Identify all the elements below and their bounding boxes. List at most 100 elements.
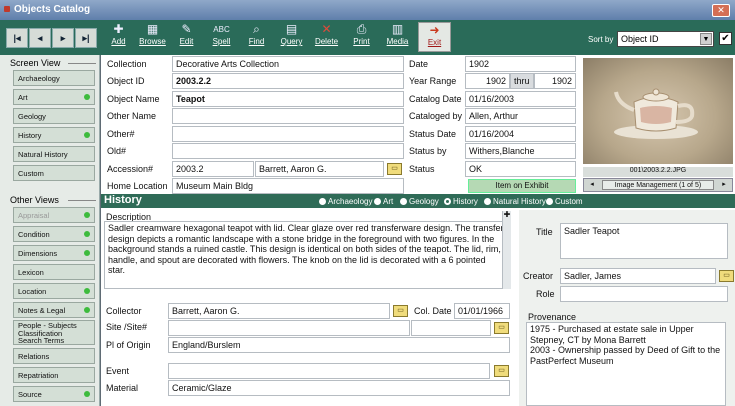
- add-button[interactable]: ✚ Add: [102, 22, 135, 52]
- status-dot-icon: [84, 231, 90, 237]
- sidebar-item-notes-legal[interactable]: Notes & Legal: [13, 302, 95, 318]
- place-of-origin-field[interactable]: England/Burslem: [168, 337, 510, 353]
- old-number-field[interactable]: [172, 143, 404, 159]
- site-field[interactable]: [168, 320, 410, 336]
- sidebar-item-lexicon[interactable]: Lexicon: [13, 264, 95, 280]
- description-scrollbar[interactable]: [502, 211, 511, 289]
- sidebar-item-history[interactable]: History: [13, 127, 95, 143]
- status-dot-icon: [84, 391, 90, 397]
- year-to-field[interactable]: 1902: [534, 73, 576, 89]
- home-location-field[interactable]: Museum Main Bldg: [172, 178, 404, 194]
- item-on-exhibit-button[interactable]: Item on Exhibit: [468, 179, 576, 193]
- last-record-button[interactable]: ▸|: [75, 28, 97, 48]
- close-icon[interactable]: ✕: [712, 4, 730, 17]
- accession-label: Accession#: [107, 164, 154, 174]
- status-field[interactable]: OK: [465, 161, 576, 177]
- spell-button[interactable]: ABC Spell: [205, 22, 238, 52]
- accession-donor-field[interactable]: Barrett, Aaron G.: [255, 161, 384, 177]
- sort-by-select[interactable]: Object ID ▼: [617, 31, 714, 47]
- sidebar-item-geology[interactable]: Geology: [13, 108, 95, 124]
- year-from-field[interactable]: 1902: [465, 73, 510, 89]
- material-label: Material: [106, 383, 139, 393]
- browse-button[interactable]: ▦ Browse: [136, 22, 169, 52]
- folder-lookup-icon[interactable]: ▭: [387, 163, 402, 175]
- chevron-down-icon[interactable]: ▼: [700, 33, 712, 45]
- status-by-field[interactable]: Withers,Blanche: [465, 143, 576, 159]
- provenance-field[interactable]: 1975 - Purchased at estate sale in Upper…: [526, 322, 726, 406]
- sidebar-item-people-subjects[interactable]: People - Subjects Classification Search Te…: [13, 320, 95, 345]
- status-date-label: Status Date: [409, 129, 457, 139]
- object-id-field[interactable]: 2003.2.2: [172, 73, 404, 89]
- folder-lookup-icon[interactable]: ▭: [719, 270, 734, 282]
- next-image-icon[interactable]: ▸: [718, 180, 730, 190]
- radio-archaeology[interactable]: Archaeology: [319, 197, 372, 206]
- media-button[interactable]: ▥ Media: [381, 22, 414, 52]
- object-name-field[interactable]: Teapot: [172, 91, 404, 107]
- first-record-button[interactable]: |◂: [6, 28, 28, 48]
- radio-custom[interactable]: Custom: [546, 197, 583, 206]
- site-label: Site /Site#: [106, 322, 148, 332]
- collector-label: Collector: [106, 306, 142, 316]
- date-field[interactable]: 1902: [465, 56, 576, 72]
- delete-button[interactable]: ✕ Delete: [310, 22, 343, 52]
- radio-natural-history[interactable]: Natural History: [484, 197, 546, 206]
- collection-date-field[interactable]: 01/01/1966: [454, 303, 510, 319]
- sidebar-item-custom[interactable]: Custom: [13, 165, 95, 181]
- sort-by-label: Sort by: [588, 35, 614, 44]
- next-record-button[interactable]: ▸: [52, 28, 74, 48]
- sidebar-item-dimensions[interactable]: Dimensions: [13, 245, 95, 261]
- other-views-header: Other Views: [10, 195, 96, 205]
- sidebar-item-source[interactable]: Source: [13, 386, 95, 402]
- folder-lookup-icon[interactable]: ▭: [494, 322, 509, 334]
- year-range-label: Year Range: [409, 76, 457, 86]
- history-header: History: [104, 194, 142, 206]
- query-button[interactable]: ▤ Query: [275, 22, 308, 52]
- sidebar-item-location[interactable]: Location: [13, 283, 95, 299]
- cataloged-by-field[interactable]: Allen, Arthur: [465, 108, 576, 124]
- status-dot-icon: [84, 307, 90, 313]
- creator-field[interactable]: Sadler, James: [560, 268, 716, 284]
- material-field[interactable]: Ceramic/Glaze: [168, 380, 510, 396]
- collector-field[interactable]: Barrett, Aaron G.: [168, 303, 390, 319]
- description-field[interactable]: Sadler creamware hexagonal teapot with l…: [104, 221, 509, 289]
- collection-field[interactable]: Decorative Arts Collection: [172, 56, 404, 72]
- site-number-field[interactable]: [411, 320, 491, 336]
- image-filename: 001\2003.2.2.JPG: [583, 167, 733, 177]
- radio-art[interactable]: Art: [374, 197, 393, 206]
- binoculars-icon: ⌕: [253, 22, 260, 36]
- event-field[interactable]: [168, 363, 490, 379]
- other-name-field[interactable]: [172, 108, 404, 124]
- collection-date-label: Col. Date: [414, 306, 452, 316]
- expand-icon[interactable]: ✚: [503, 211, 511, 219]
- date-label: Date: [409, 59, 429, 69]
- sort-checkbox[interactable]: ✔: [719, 32, 732, 45]
- sidebar-item-repatriation[interactable]: Repatriation: [13, 367, 95, 383]
- sidebar-item-appraisal[interactable]: Appraisal: [13, 207, 95, 223]
- print-button[interactable]: ⎙ Print: [345, 22, 378, 52]
- role-field[interactable]: [560, 286, 728, 302]
- edit-button[interactable]: ✎ Edit: [170, 22, 203, 52]
- sidebar-item-art[interactable]: Art: [13, 89, 95, 105]
- status-date-field[interactable]: 01/16/2004: [465, 126, 576, 142]
- browse-icon: ▦: [146, 22, 159, 36]
- folder-lookup-icon[interactable]: ▭: [494, 365, 509, 377]
- exit-icon: ➜: [429, 23, 440, 37]
- radio-history[interactable]: History: [444, 197, 478, 206]
- sidebar-item-condition[interactable]: Condition: [13, 226, 95, 242]
- sidebar-item-relations[interactable]: Relations: [13, 348, 95, 364]
- other-number-field[interactable]: [172, 126, 404, 142]
- prev-record-button[interactable]: ◂: [29, 28, 51, 48]
- object-name-label: Object Name: [107, 94, 160, 104]
- prev-image-icon[interactable]: ◂: [586, 180, 598, 190]
- title-field[interactable]: Sadler Teapot: [560, 223, 728, 259]
- find-button[interactable]: ⌕ Find: [240, 22, 273, 52]
- accession-field[interactable]: 2003.2: [172, 161, 254, 177]
- exit-button[interactable]: ➜ Exit: [418, 22, 451, 52]
- catalog-date-field[interactable]: 01/16/2003: [465, 91, 576, 107]
- sidebar-item-natural-history[interactable]: Natural History: [13, 146, 95, 162]
- creator-label: Creator: [523, 271, 554, 281]
- folder-lookup-icon[interactable]: ▭: [393, 305, 408, 317]
- sidebar-item-archaeology[interactable]: Archaeology: [13, 70, 95, 86]
- radio-geology[interactable]: Geology: [400, 197, 439, 206]
- image-management-button[interactable]: Image Management (1 of 5): [602, 180, 714, 190]
